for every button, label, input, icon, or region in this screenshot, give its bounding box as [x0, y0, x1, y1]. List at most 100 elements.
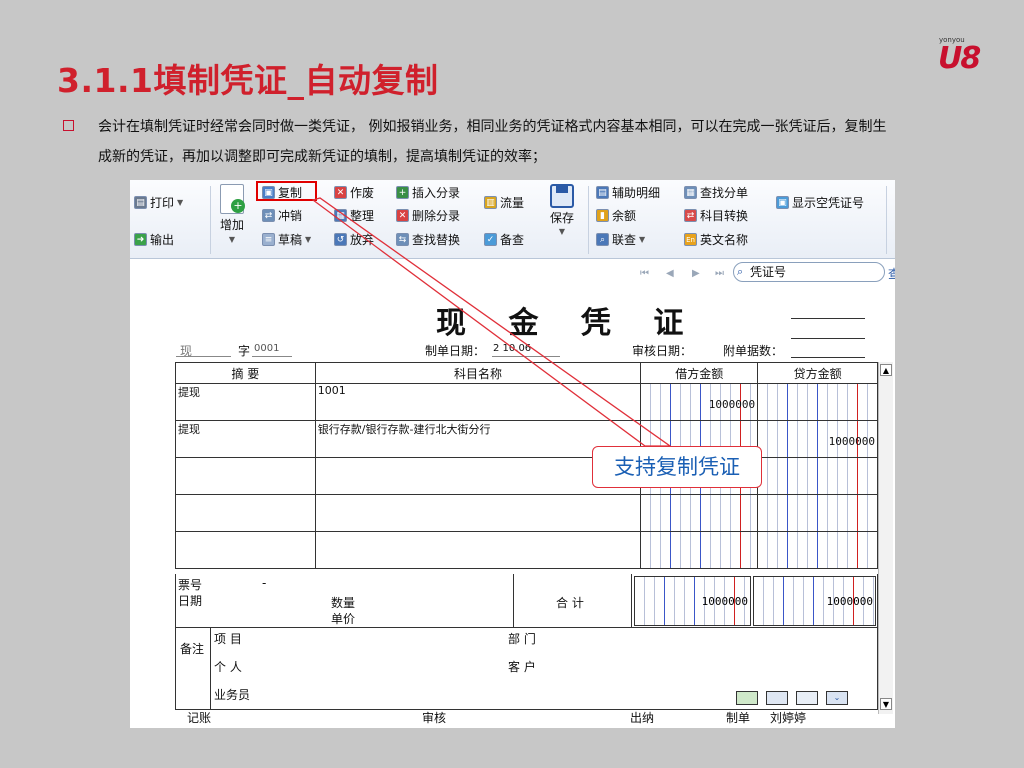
voucher-number[interactable]: 0001: [254, 343, 279, 354]
summary-cell[interactable]: 提现: [175, 420, 316, 458]
summary-cell[interactable]: 提现: [175, 383, 316, 421]
memo-check-icon: ✓: [484, 233, 497, 246]
voucher-grid: 摘 要 科目名称 借方金额 贷方金额 提现 1001 1000000 提现 银行…: [175, 362, 878, 569]
summary-cell[interactable]: [175, 457, 316, 495]
balance-icon: ▮: [596, 209, 609, 222]
expand-down-icon[interactable]: ⌄: [826, 691, 848, 705]
logo-big-text: U8: [938, 41, 981, 76]
memo-check-button[interactable]: ✓ 备查: [484, 231, 524, 248]
last-record-icon[interactable]: ⏭: [715, 268, 724, 279]
balance-label: 余额: [612, 209, 637, 223]
discard-button[interactable]: ↺ 放弃: [334, 231, 374, 248]
first-record-icon[interactable]: ⏮: [640, 268, 649, 279]
vertical-scrollbar[interactable]: ▲ ▼: [878, 362, 893, 714]
scroll-up-icon[interactable]: ▲: [880, 364, 892, 376]
graph-icon[interactable]: [796, 691, 818, 705]
save-label: 保存: [550, 211, 575, 225]
subject-convert-icon: ⇄: [684, 209, 697, 222]
debit-cell[interactable]: [640, 494, 759, 532]
find-entry-button[interactable]: ▦ 查找分单: [684, 184, 748, 201]
ticket-no-value[interactable]: -: [262, 576, 266, 590]
save-icon: [550, 184, 574, 208]
subject-cell[interactable]: 1001: [314, 383, 642, 421]
divider: [176, 356, 231, 357]
debit-cell[interactable]: 1000000: [640, 383, 759, 421]
reverse-button[interactable]: ⇄ 冲销: [262, 207, 302, 224]
divider: [791, 357, 865, 358]
subject-convert-button[interactable]: ⇄ 科目转换: [684, 207, 748, 224]
draft-button[interactable]: ≡ 草稿 ▼: [262, 231, 311, 248]
void-button[interactable]: ✕ 作废: [334, 184, 374, 201]
ribbon-separator: [210, 186, 211, 254]
make-date-value[interactable]: 2 10.06: [493, 343, 531, 354]
attachment-icon[interactable]: [736, 691, 758, 705]
export-icon: ➜: [134, 233, 147, 246]
void-icon: ✕: [334, 186, 347, 199]
maker-label: 制单: [726, 711, 751, 725]
reverse-icon: ⇄: [262, 209, 275, 222]
flow-button[interactable]: ▥ 流量: [484, 194, 524, 211]
debit-cell[interactable]: [640, 531, 759, 569]
credit-cell[interactable]: [757, 457, 878, 495]
slide-title: 3.1.1填制凭证_自动复制: [57, 61, 439, 100]
cashier-label: 出纳: [630, 711, 655, 725]
summary-cell[interactable]: [175, 531, 316, 569]
find-entry-icon: ▦: [684, 186, 697, 199]
prev-record-icon[interactable]: ◀: [666, 268, 674, 279]
credit-value: 1000000: [828, 435, 875, 448]
credit-cell[interactable]: [757, 531, 878, 569]
table-row: 提现 1001 1000000: [175, 383, 878, 421]
audit-date-label: 审核日期：: [632, 344, 693, 358]
show-empty-no-button[interactable]: ▣ 显示空凭证号: [776, 194, 864, 211]
ribbon-separator: [588, 186, 589, 254]
balance-button[interactable]: ▮ 余额: [596, 207, 636, 224]
subject-convert-label: 科目转换: [700, 209, 749, 223]
english-name-button[interactable]: En 英文名称: [684, 231, 748, 248]
scroll-down-icon[interactable]: ▼: [880, 698, 892, 710]
subject-header: 科目名称: [314, 362, 642, 384]
delete-entry-label: 删除分录: [412, 209, 461, 223]
chevron-down-icon: ▼: [228, 235, 236, 244]
voucher-search-input[interactable]: ⌕ 凭证号: [733, 262, 885, 282]
save-button[interactable]: 保存 ▼: [550, 184, 574, 236]
total-credit-cell: 1000000: [753, 576, 876, 626]
subject-cell[interactable]: [314, 494, 642, 532]
tidy-button[interactable]: ▦ 整理: [334, 207, 374, 224]
search-go-button[interactable]: 查: [888, 265, 895, 282]
table-row: [175, 494, 878, 532]
add-label: 增加: [220, 218, 245, 232]
table-row: [175, 531, 878, 569]
credit-cell[interactable]: [757, 494, 878, 532]
remark-section: 备注 项 目 个 人 业务员 部 门 客 户 ⌄: [175, 628, 878, 710]
credit-cell[interactable]: 1000000: [757, 420, 878, 458]
divider: [492, 356, 560, 357]
intro-paragraph: 会计在填制凭证时经常会同时做一类凭证， 例如报销业务，相同业务的凭证格式内容基本…: [98, 119, 887, 165]
debit-header: 借方金额: [640, 362, 759, 384]
image-icon[interactable]: [766, 691, 788, 705]
export-button[interactable]: ➜ 输出: [134, 231, 174, 248]
person-label: 个 人: [214, 660, 242, 674]
copy-highlight-box: [256, 181, 317, 201]
english-name-label: 英文名称: [700, 233, 749, 247]
delete-entry-button[interactable]: ✕ 删除分录: [396, 207, 460, 224]
find-replace-icon: ⇆: [396, 233, 409, 246]
ribbon-separator: [886, 186, 887, 254]
next-record-icon[interactable]: ▶: [692, 268, 700, 279]
aux-detail-label: 辅助明细: [612, 186, 661, 200]
subject-cell[interactable]: [314, 531, 642, 569]
printer-icon: ▤: [134, 196, 147, 209]
table-row: [175, 457, 878, 495]
add-button[interactable]: + 增加 ▼: [220, 184, 245, 244]
discard-icon: ↺: [334, 233, 347, 246]
reverse-label: 冲销: [278, 209, 303, 223]
aux-detail-button[interactable]: ▤ 辅助明细: [596, 184, 660, 201]
print-button[interactable]: ▤ 打印 ▼: [134, 194, 183, 211]
credit-cell[interactable]: [757, 383, 878, 421]
ribbon-toolbar: ▤ 打印 ▼ ➜ 输出 + 增加 ▼ ▣ 复制 ⇄ 冲销 ≡ 草稿 ▼ ✕ 作废…: [130, 180, 895, 259]
memo-check-label: 备查: [500, 233, 525, 247]
insert-entry-button[interactable]: + 插入分录: [396, 184, 460, 201]
summary-cell[interactable]: [175, 494, 316, 532]
link-query-button[interactable]: ⌕ 联查 ▼: [596, 231, 645, 248]
find-replace-button[interactable]: ⇆ 查找替换: [396, 231, 460, 248]
find-replace-label: 查找替换: [412, 233, 461, 247]
